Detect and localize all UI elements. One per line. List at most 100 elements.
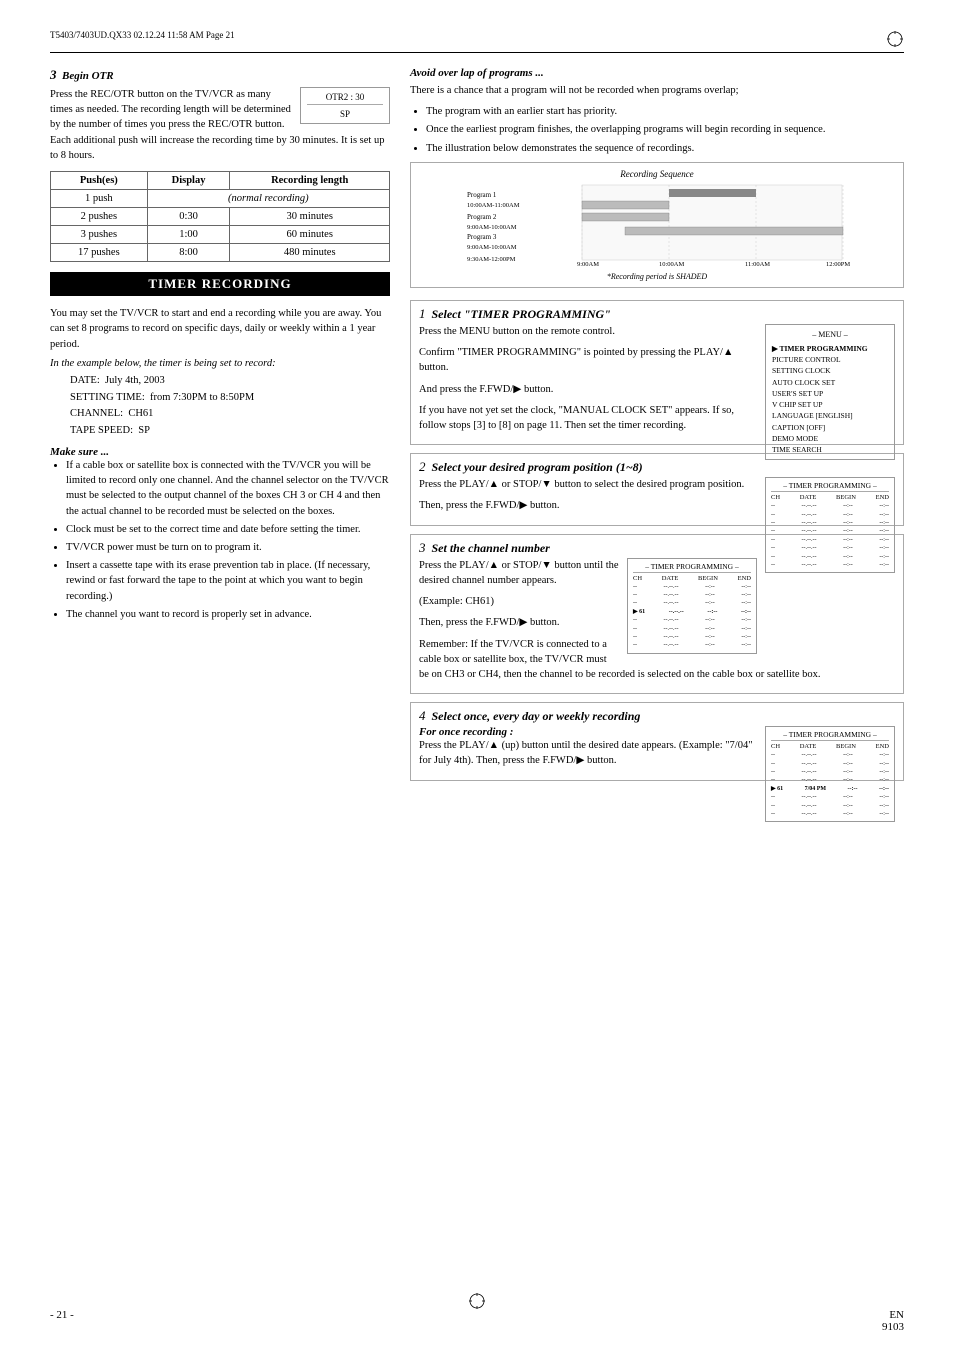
svg-text:9:00AM: 9:00AM [577,261,599,268]
tp-row: ----.--.----:----:-- [633,633,751,641]
push-17: 17 pushes [51,244,148,262]
step-4-container: 4 Select once, every day or weekly recor… [410,702,904,780]
example-channel: CHANNEL: CH61 [70,406,390,423]
list-item: The channel you want to record is proper… [66,607,390,622]
tp-row: ----.--.----:----:-- [633,641,751,649]
tp-row: ----.--.----:----:-- [633,616,751,624]
example-tape: TAPE SPEED: SP [70,423,390,440]
date-label: DATE: [70,375,100,386]
tape-label: TAPE SPEED: [70,425,133,436]
table-row: 1 push (normal recording) [51,190,390,208]
length-17: 480 minutes [230,244,390,262]
example-date: DATE: July 4th, 2003 [70,373,390,390]
timer-recording-section: TIMER RECORDING You may set the TV/VCR t… [50,272,390,622]
chart-title: Recording Sequence [419,169,895,179]
list-item: Once the earliest program finishes, the … [426,122,904,137]
menu-item-vchip: V CHIP SET UP [772,399,888,410]
avoid-overlap-body: There is a chance that a program will no… [410,83,904,98]
avoid-overlap-section: Avoid over lap of programs ... There is … [410,67,904,288]
tp-row: ----.--.----:----:-- [771,561,889,569]
timer-body1: You may set the TV/VCR to start and end … [50,306,390,352]
menu-item-clock: SETTING CLOCK [772,365,888,376]
chart-svg: Program 1 10:00AM-11:00AM Program 2 9:00… [419,183,895,268]
tp-row: ----.--.----:----:-- [771,544,889,552]
menu-item-lang: LANGUAGE [ENGLISH] [772,410,888,421]
make-sure-title: Make sure ... [50,446,390,458]
setting-val: from 7:30PM to 8:50PM [150,392,254,403]
tp-row: ----.--.----:----:-- [771,751,889,759]
tp-row: ▶ 617/04 PM--:----:-- [771,785,889,793]
tp-row: ----.--.----:----:-- [771,776,889,784]
list-item: The program with an earlier start has pr… [426,104,904,119]
main-content: 3 Begin OTR OTR2 : 30 SP Press the REC/O… [50,67,904,826]
menu-item-demo: DEMO MODE [772,433,888,444]
menu-item-caption: CAPTION [OFF] [772,422,888,433]
svg-text:Program 1: Program 1 [467,191,497,199]
step-4-header: 4 Select once, every day or weekly recor… [419,708,895,724]
menu-item-auto-clock: AUTO CLOCK SET [772,377,888,388]
header-text: T5403/7403UD.QX33 02.12.24 11:58 AM Page… [50,30,235,48]
menu-item-users-set: USER'S SET UP [772,388,888,399]
tp-row: ----.--.----:----:-- [771,511,889,519]
header-crosshair-area [886,30,904,48]
step-1-header: 1 Select "TIMER PROGRAMMING" [419,306,895,322]
example-setting: SETTING TIME: from 7:30PM to 8:50PM [70,390,390,407]
tp-title-3: – TIMER PROGRAMMING – [633,562,751,573]
menu-title: – MENU – [772,329,888,341]
tp-row: ----.--.----:----:-- [771,793,889,801]
avoid-overlap-list: The program with an earlier start has pr… [426,104,904,156]
list-item: Insert a cassette tape with its erase pr… [66,558,390,604]
push-3: 3 pushes [51,226,148,244]
page: T5403/7403UD.QX33 02.12.24 11:58 AM Page… [0,0,954,1353]
tp-title-2: – TIMER PROGRAMMING – [771,481,889,492]
svg-text:12:00PM: 12:00PM [826,261,850,268]
date-val: July 4th, 2003 [105,375,165,386]
menu-item-timer: ▶ TIMER PROGRAMMING [772,343,888,354]
tp-row: ----.--.----:----:-- [633,583,751,591]
svg-text:10:00AM: 10:00AM [659,261,685,268]
tp-row: ----.--.----:----:-- [633,591,751,599]
left-column: 3 Begin OTR OTR2 : 30 SP Press the REC/O… [50,67,390,826]
tape-val: SP [138,425,150,436]
tp-row: ----.--.----:----:-- [771,502,889,510]
svg-text:11:00AM: 11:00AM [745,261,770,268]
make-sure-list: If a cable box or satellite box is conne… [66,458,390,622]
push-2: 2 pushes [51,208,148,226]
list-item: Clock must be set to the correct time an… [66,522,390,537]
tp-header-4: CHDATEBEGINEND [771,743,889,750]
table-row: 17 pushes 8:00 480 minutes [51,244,390,262]
footer-center [468,1292,486,1313]
otr-table: Push(es) Display Recording length 1 push… [50,171,390,262]
tp-row: ----.--.----:----:-- [633,625,751,633]
tp-row: ----.--.----:----:-- [771,536,889,544]
tp-row: ▶ 61--.--.----:----:-- [633,608,751,616]
timer-recording-header: TIMER RECORDING [50,272,390,296]
tp-title-4: – TIMER PROGRAMMING – [771,730,889,741]
length-3: 60 minutes [230,226,390,244]
timer-prog-display-3: – TIMER PROGRAMMING – CHDATEBEGINEND ---… [627,558,757,654]
list-item: If a cable box or satellite box is conne… [66,458,390,519]
otr-heading: 3 Begin OTR [50,67,390,83]
menu-display: – MENU – ▶ TIMER PROGRAMMING PICTURE CON… [765,324,895,461]
otr-display-box: OTR2 : 30 SP [300,87,390,124]
table-row: 2 pushes 0:30 30 minutes [51,208,390,226]
table-row: 3 pushes 1:00 60 minutes [51,226,390,244]
display-17: 8:00 [147,244,230,262]
svg-text:9:30AM-12:00PM: 9:30AM-12:00PM [467,256,516,263]
recording-sequence-chart: Recording Sequence Program 1 10:00AM-11:… [410,162,904,288]
footer-right: EN 9103 [882,1309,904,1333]
svg-text:9:00AM-10:00AM: 9:00AM-10:00AM [467,224,517,231]
tp-row: ----.--.----:----:-- [771,553,889,561]
tp-row: ----.--.----:----:-- [771,810,889,818]
menu-item-picture: PICTURE CONTROL [772,354,888,365]
footer-model: 9103 [882,1321,904,1333]
example-block: DATE: July 4th, 2003 SETTING TIME: from … [70,373,390,440]
timer-prog-display-4: – TIMER PROGRAMMING – CHDATEBEGINEND ---… [765,726,895,822]
svg-text:Program 2: Program 2 [467,213,497,221]
otr-display-bottom: SP [307,109,383,119]
tp-header-3: CHDATEBEGINEND [633,575,751,582]
tp-row: ----.--.----:----:-- [771,519,889,527]
page-header: T5403/7403UD.QX33 02.12.24 11:58 AM Page… [50,30,904,53]
tp-row: ----.--.----:----:-- [771,760,889,768]
svg-text:10:00AM-11:00AM: 10:00AM-11:00AM [467,202,520,209]
